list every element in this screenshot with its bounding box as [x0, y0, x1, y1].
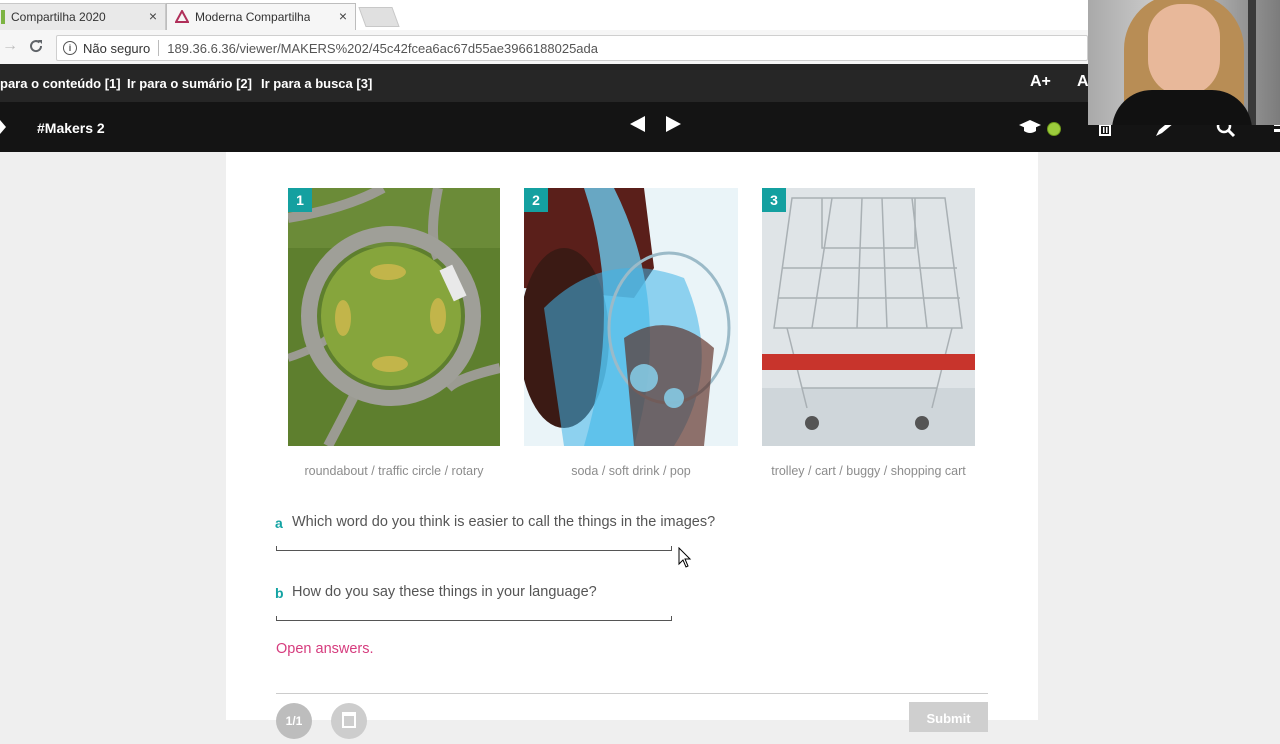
divider	[276, 693, 988, 694]
url-omnibox[interactable]: i Não seguro 189.36.6.36/viewer/MAKERS%2…	[56, 35, 1088, 61]
reload-icon[interactable]	[28, 38, 44, 54]
trolley-illustration	[762, 188, 975, 446]
favicon	[1, 10, 5, 24]
divider	[158, 40, 160, 56]
caption-roundabout: roundabout / traffic circle / rotary	[304, 464, 484, 478]
photo-trolley: 3	[762, 188, 975, 446]
skip-to-summary-link[interactable]: Ir para o sumário [2]	[127, 76, 252, 91]
webcam-person-shirt	[1112, 90, 1252, 125]
status-indicator	[1047, 122, 1061, 136]
book-page: 1 2 3 roundabout / traffic circle / rota…	[226, 152, 1038, 739]
answer-b-input[interactable]	[276, 616, 672, 621]
photo-roundabout: 1	[288, 188, 500, 446]
open-answers-note: Open answers.	[276, 641, 374, 657]
soda-illustration	[524, 188, 738, 446]
question-b-letter: b	[275, 585, 284, 601]
url-text[interactable]: 189.36.6.36/viewer/MAKERS%202/45c42fcea6…	[167, 41, 598, 56]
font-decrease-button[interactable]: A	[1077, 73, 1089, 91]
tab-moderna-compartilha[interactable]: Moderna Compartilha ×	[166, 3, 356, 30]
photo-soda: 2	[524, 188, 738, 446]
tab-label: Compartilha 2020	[11, 10, 106, 24]
caption-soda: soda / soft drink / pop	[571, 464, 691, 478]
image-number-badge: 2	[524, 188, 548, 212]
caption-trolley: trolley / cart / buggy / shopping cart	[771, 464, 966, 478]
tab-compartilha-2020[interactable]: Compartilha 2020 ×	[0, 3, 166, 30]
webcam-overlay	[1088, 0, 1280, 125]
close-tab-icon[interactable]: ×	[149, 8, 157, 24]
graduation-cap-icon[interactable]	[1018, 119, 1042, 135]
question-a-letter: a	[275, 515, 283, 531]
close-tab-icon[interactable]: ×	[339, 8, 347, 24]
skip-to-search-link[interactable]: Ir para a busca [3]	[261, 76, 372, 91]
home-icon[interactable]	[0, 118, 8, 136]
question-b-text: How do you say these things in your lang…	[292, 584, 597, 600]
forward-icon[interactable]: →	[2, 37, 18, 55]
info-icon[interactable]: i	[63, 41, 77, 55]
mouse-cursor-icon	[678, 547, 692, 568]
submit-button[interactable]: Submit	[909, 702, 988, 732]
webcam-pole	[1248, 0, 1256, 125]
webcam-person-face	[1148, 4, 1220, 96]
next-page-button[interactable]	[666, 116, 681, 132]
roundabout-illustration	[288, 188, 500, 446]
trash-icon	[342, 712, 356, 728]
previous-page-button[interactable]	[630, 116, 645, 132]
answer-a-input[interactable]	[276, 546, 672, 551]
question-a-text: Which word do you think is easier to cal…	[292, 514, 716, 530]
clear-answers-button[interactable]	[331, 703, 367, 739]
new-tab-button[interactable]	[358, 7, 400, 27]
page-counter: 1/1	[276, 703, 312, 739]
image-number-badge: 3	[762, 188, 786, 212]
moderna-logo-icon	[175, 10, 189, 23]
tab-label: Moderna Compartilha	[195, 10, 311, 24]
image-number-badge: 1	[288, 188, 312, 212]
skip-to-content-link[interactable]: para o conteúdo [1]	[0, 76, 121, 91]
security-label: Não seguro	[83, 40, 151, 56]
font-increase-button[interactable]: A+	[1030, 73, 1051, 91]
book-title: #Makers 2	[37, 120, 105, 136]
